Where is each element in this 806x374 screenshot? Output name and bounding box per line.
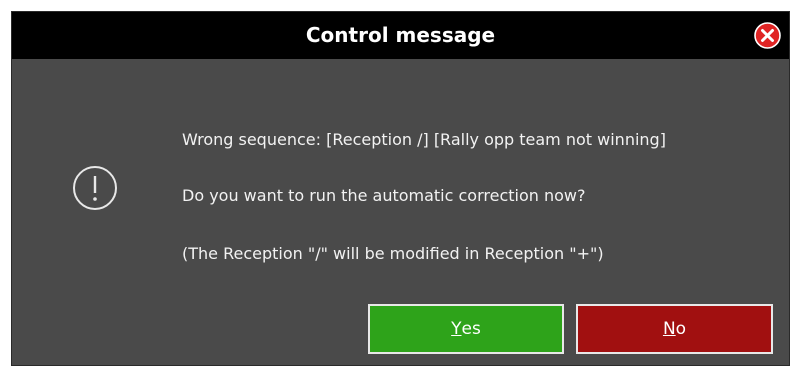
message-line-1: Wrong sequence: [Reception /] [Rally opp… [182,130,666,149]
message-line-3: (The Reception "/" will be modified in R… [182,244,604,263]
close-button[interactable] [754,22,781,49]
no-button[interactable]: No [576,304,773,354]
dialog-content: Wrong sequence: [Reception /] [Rally opp… [12,59,789,299]
close-icon [754,22,781,49]
yes-accelerator: Y [451,319,462,339]
exclamation-icon [73,166,117,210]
dialog-title: Control message [305,23,496,47]
yes-button[interactable]: Yes [368,304,564,354]
no-accelerator: N [662,319,676,339]
no-label: o [675,319,687,339]
control-message-dialog: Control message Wrong sequence: [Recepti… [11,11,790,366]
message-line-2: Do you want to run the automatic correct… [182,186,586,205]
dialog-titlebar: Control message [12,12,789,59]
yes-label: es [461,319,481,339]
